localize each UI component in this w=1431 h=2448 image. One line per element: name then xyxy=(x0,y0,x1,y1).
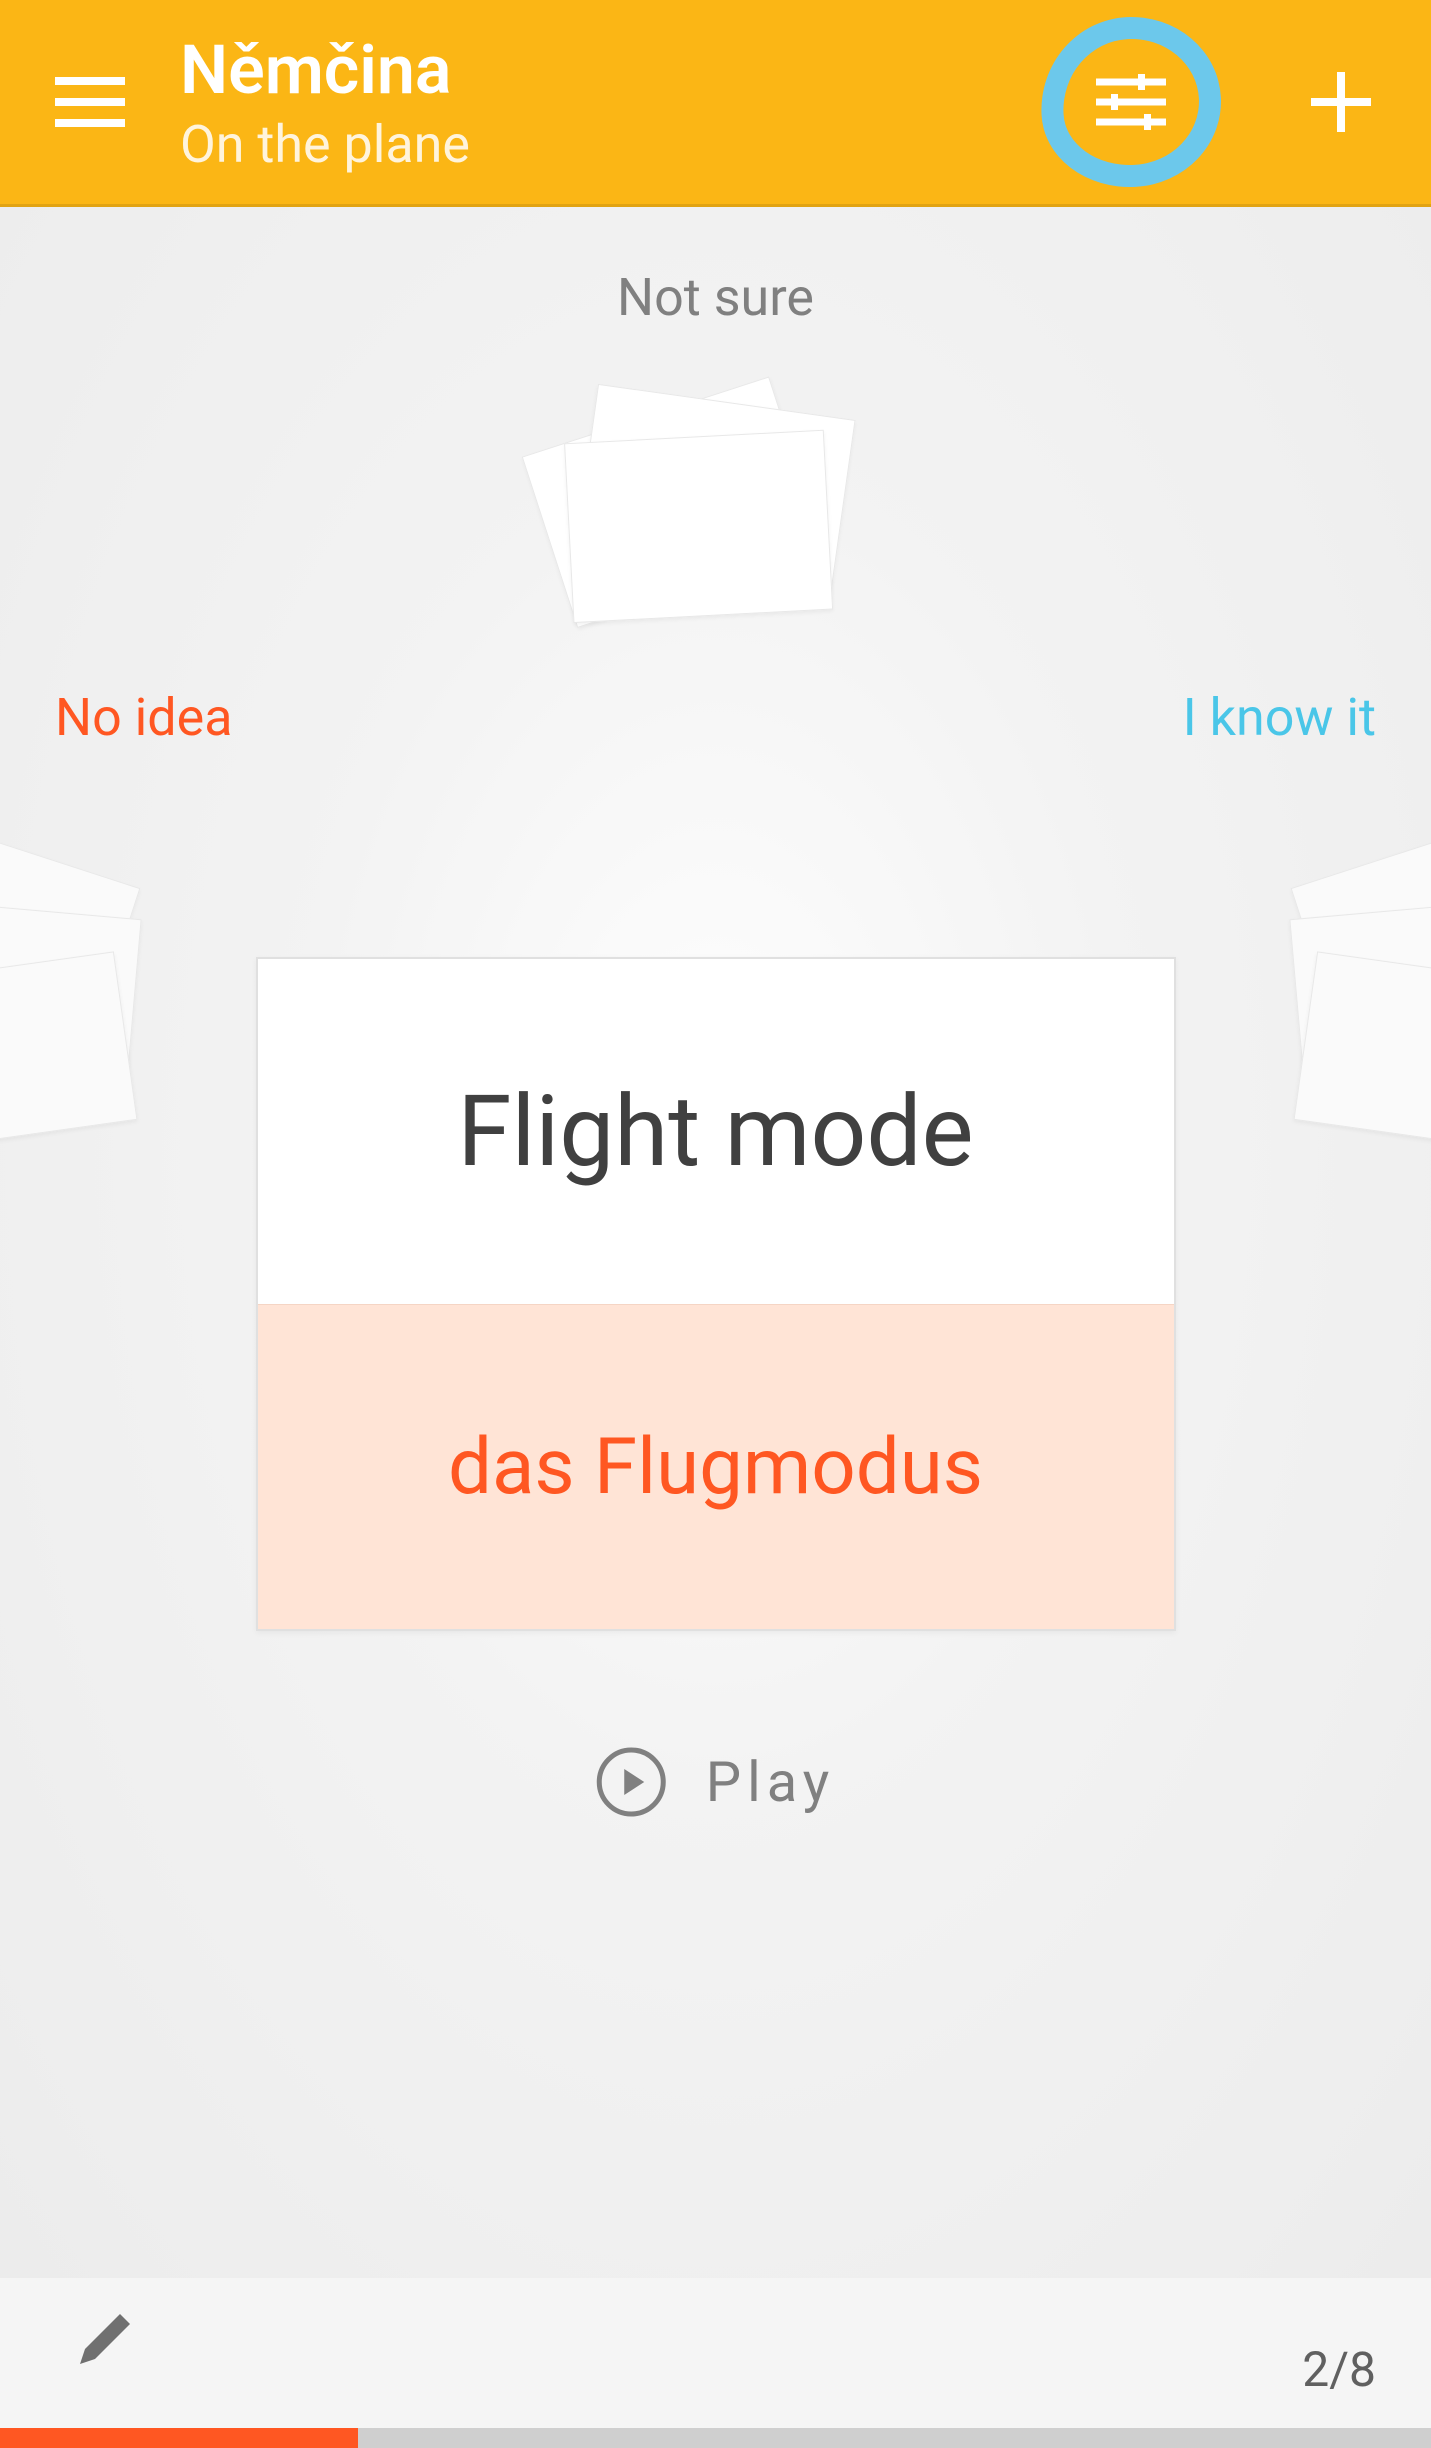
no-idea-label[interactable]: No idea xyxy=(55,687,232,748)
i-know-it-stack[interactable] xyxy=(1311,847,1431,1147)
app-header: Němčina On the plane xyxy=(0,0,1431,207)
settings-button[interactable] xyxy=(1031,2,1231,202)
stack-card xyxy=(0,951,137,1153)
flashcard-front: Flight mode xyxy=(258,959,1174,1304)
hamburger-icon xyxy=(55,77,125,127)
deck-title: Němčina xyxy=(180,30,470,110)
edit-button[interactable] xyxy=(70,2304,140,2378)
stack-card xyxy=(1294,951,1431,1153)
no-idea-stack[interactable] xyxy=(0,847,140,1147)
progress-fill xyxy=(0,2428,358,2448)
header-actions xyxy=(1031,2,1381,202)
title-block: Němčina On the plane xyxy=(180,30,470,175)
not-sure-label[interactable]: Not sure xyxy=(617,267,814,328)
i-know-it-label[interactable]: I know it xyxy=(1183,687,1376,748)
footer: 2/8 xyxy=(0,2278,1431,2448)
flashcard-back: das Flugmodus xyxy=(258,1304,1174,1629)
menu-button[interactable] xyxy=(50,62,130,142)
not-sure-stack[interactable] xyxy=(556,387,876,647)
play-label: Play xyxy=(706,1749,836,1815)
deck-subtitle: On the plane xyxy=(180,114,470,175)
play-audio-button[interactable]: Play xyxy=(596,1747,836,1817)
flashcard[interactable]: Flight mode das Flugmodus xyxy=(256,957,1176,1631)
highlight-annotation xyxy=(1037,12,1226,191)
study-area: Not sure No idea I know it Flight mode d… xyxy=(0,207,1431,2278)
play-icon xyxy=(596,1747,666,1817)
plus-icon xyxy=(1311,72,1371,132)
card-counter: 2/8 xyxy=(1302,2341,1376,2398)
stack-card xyxy=(564,430,833,623)
progress-bar xyxy=(0,2428,1431,2448)
add-button[interactable] xyxy=(1301,62,1381,142)
pencil-icon xyxy=(70,2304,140,2374)
